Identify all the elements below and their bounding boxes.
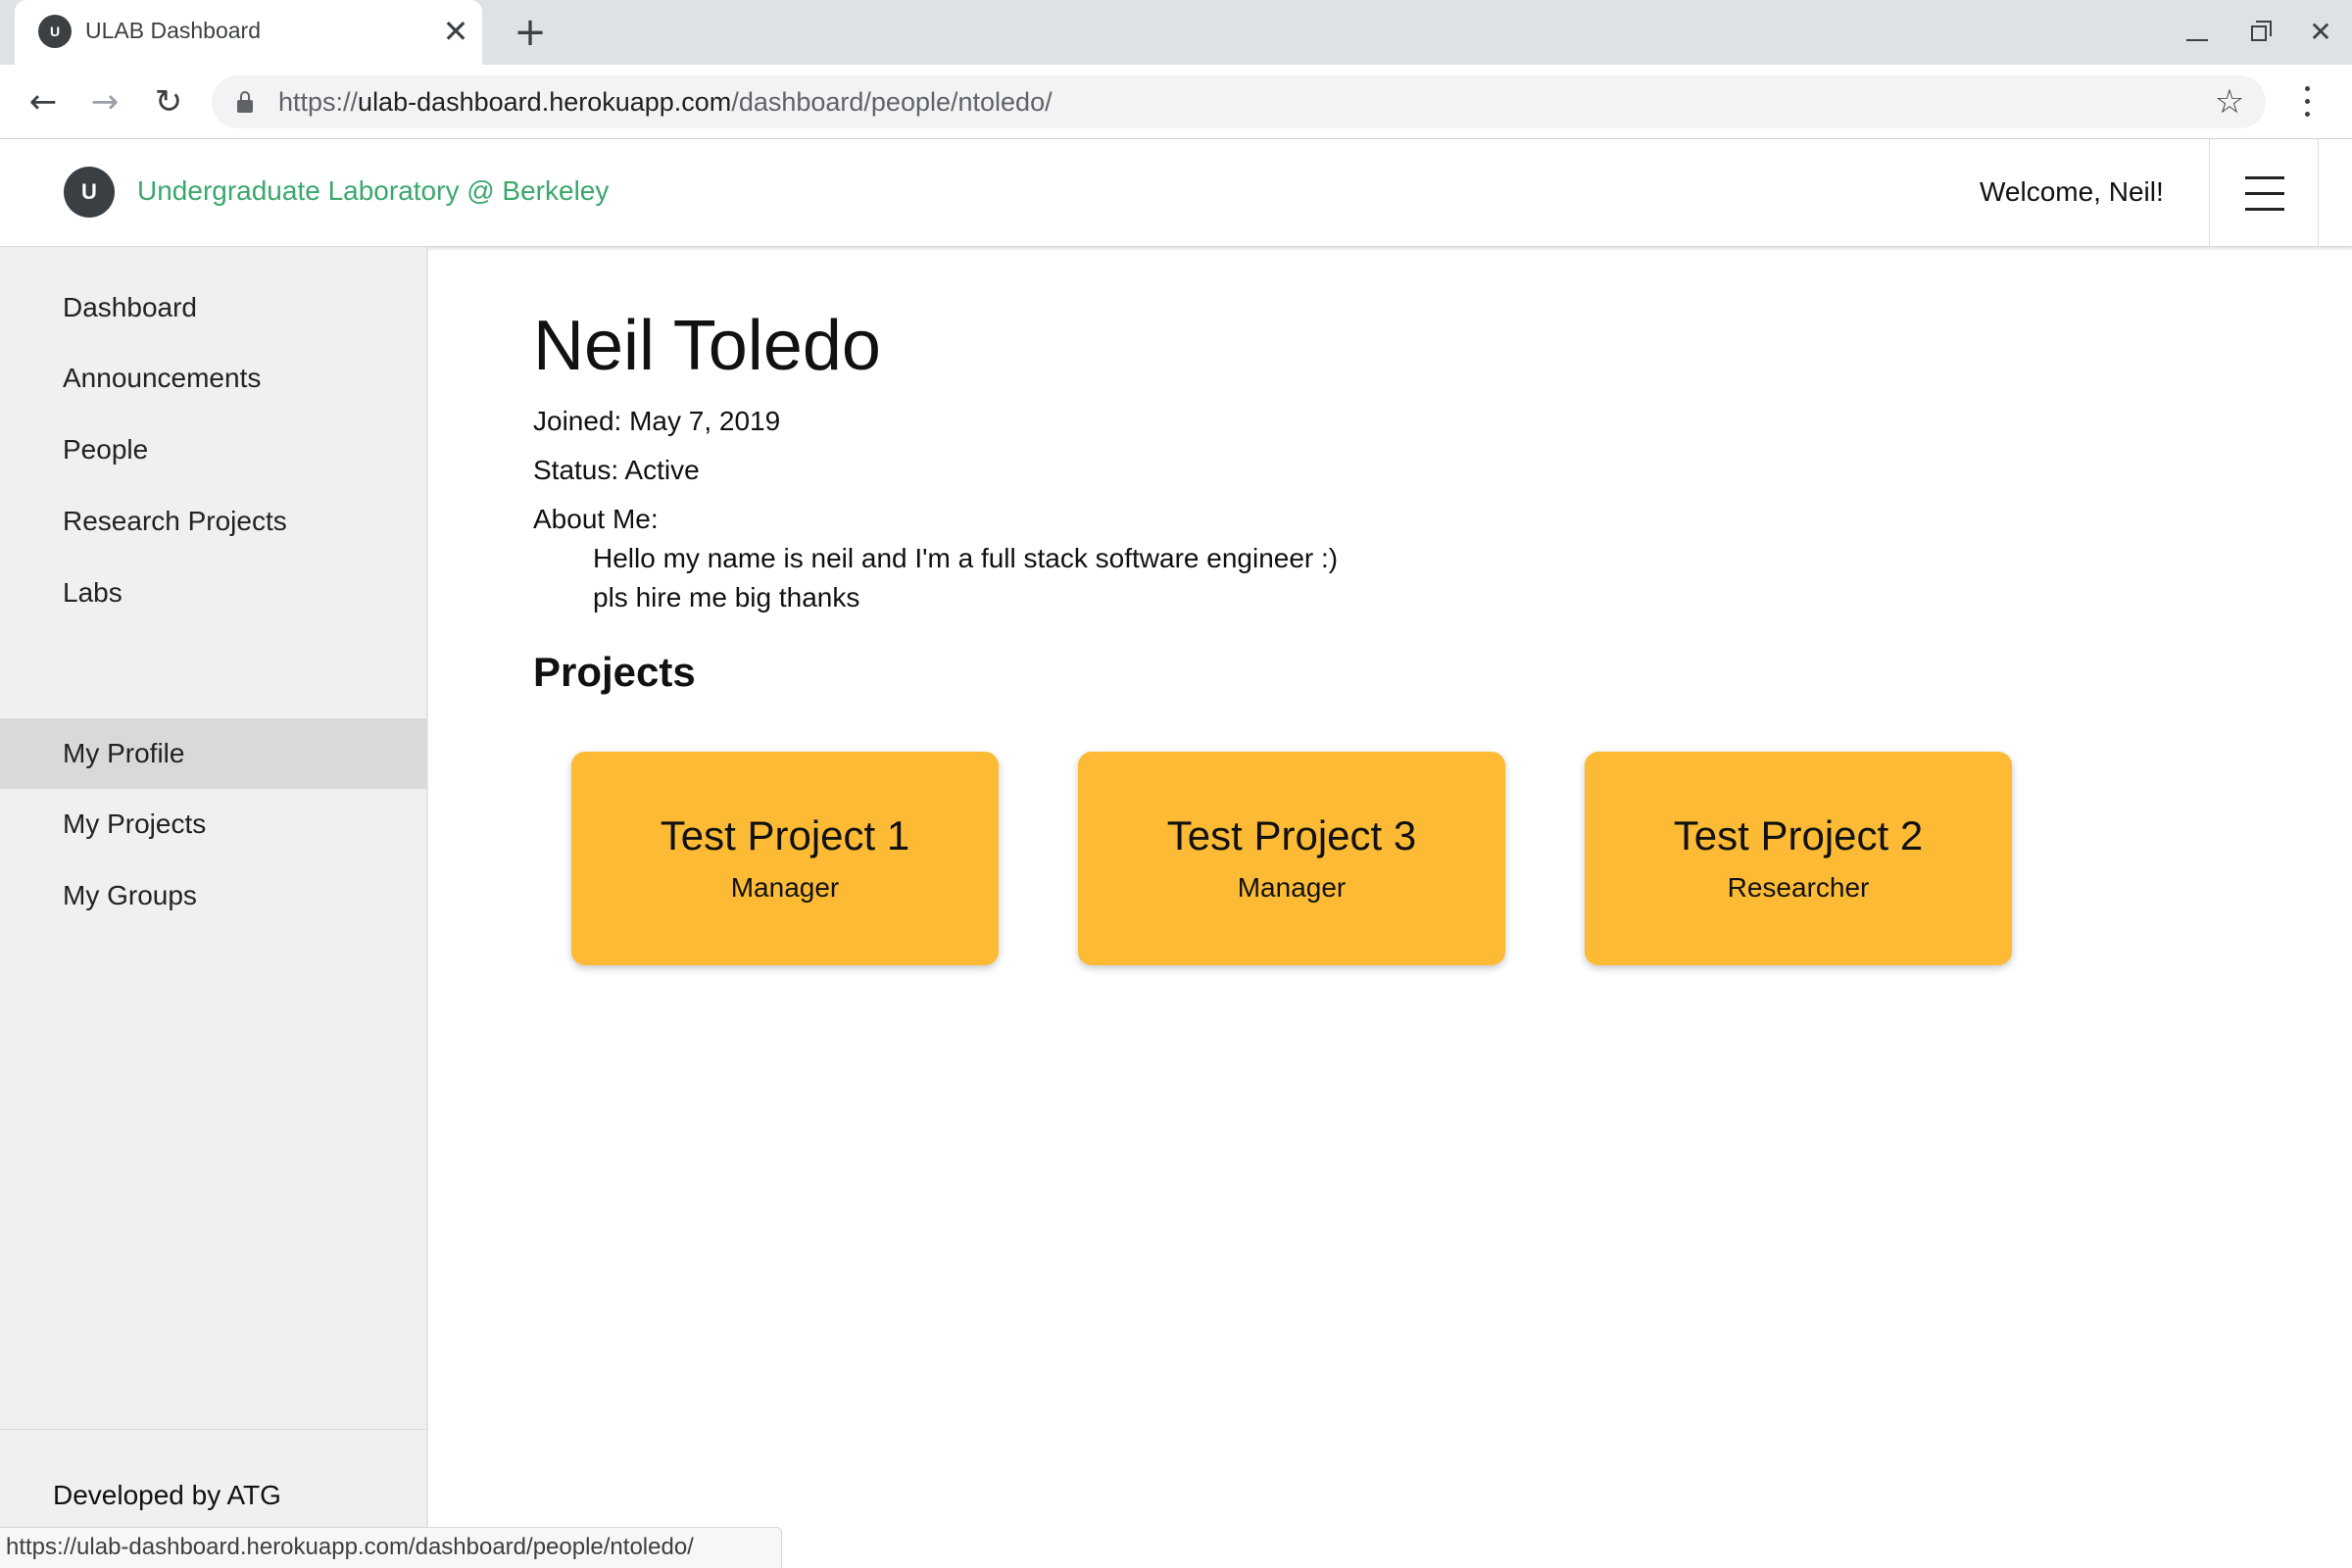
- back-arrow-icon[interactable]: ←: [22, 80, 65, 123]
- tab-close-icon[interactable]: ✕: [438, 14, 473, 49]
- new-tab-icon[interactable]: +: [510, 12, 551, 53]
- project-title: Test Project 3: [1166, 812, 1417, 858]
- reload-icon[interactable]: ↻: [147, 80, 190, 123]
- sidebar-item-my-groups[interactable]: My Groups: [0, 860, 426, 931]
- joined-date: Joined: May 7, 2019: [533, 406, 781, 436]
- sidebar-item-my-profile[interactable]: My Profile: [0, 718, 426, 789]
- tab-title: ULAB Dashboard: [85, 18, 261, 43]
- sidebar: Dashboard Announcements People Research …: [0, 247, 428, 1531]
- sidebar-item-research-projects[interactable]: Research Projects: [0, 486, 426, 557]
- sidebar-footer: Developed by ATG: [53, 1480, 281, 1510]
- page-title: Neil Toledo: [533, 307, 881, 385]
- project-title: Test Project 1: [660, 812, 910, 858]
- site-name-link[interactable]: Undergraduate Laboratory @ Berkeley: [137, 175, 609, 207]
- project-card[interactable]: Test Project 1 Manager: [571, 752, 999, 965]
- browser-menu-icon[interactable]: [2293, 82, 2323, 122]
- sidebar-divider: [0, 1429, 426, 1430]
- link-status-bubble: https://ulab-dashboard.herokuapp.com/das…: [0, 1527, 782, 1568]
- url-host: ulab-dashboard.herokuapp.com: [358, 87, 732, 117]
- project-title: Test Project 2: [1673, 812, 1924, 858]
- bookmark-star-icon[interactable]: ☆: [2211, 83, 2248, 121]
- sidebar-item-my-projects[interactable]: My Projects: [0, 789, 426, 859]
- sidebar-item-announcements[interactable]: Announcements: [0, 343, 426, 414]
- lock-icon[interactable]: [237, 91, 253, 113]
- browser-toolbar: ← → ↻ https://ulab-dashboard.herokuapp.c…: [0, 65, 2352, 139]
- address-bar[interactable]: https://ulab-dashboard.herokuapp.com/das…: [212, 75, 2266, 128]
- restore-icon[interactable]: [2236, 10, 2281, 55]
- project-card[interactable]: Test Project 2 Researcher: [1585, 752, 2012, 965]
- forward-arrow-icon[interactable]: →: [83, 80, 126, 123]
- url-path: /dashboard/people/ntoledo/: [731, 87, 1053, 117]
- sidebar-item-labs[interactable]: Labs: [0, 558, 426, 628]
- sidebar-item-dashboard[interactable]: Dashboard: [0, 272, 426, 343]
- sidebar-item-people[interactable]: People: [0, 415, 426, 485]
- url-text[interactable]: https://ulab-dashboard.herokuapp.com/das…: [278, 87, 1053, 118]
- url-scheme: https://: [278, 87, 359, 117]
- projects-heading: Projects: [533, 649, 696, 695]
- browser-tab[interactable]: U ULAB Dashboard ✕: [15, 0, 482, 65]
- about-label: About Me:: [533, 504, 659, 534]
- project-role: Researcher: [1727, 872, 1870, 903]
- minimize-icon[interactable]: [2174, 10, 2219, 55]
- project-card[interactable]: Test Project 3 Manager: [1078, 752, 1505, 965]
- about-text-line: Hello my name is neil and I'm a full sta…: [593, 543, 1339, 573]
- status-text: Status: Active: [533, 455, 700, 485]
- hamburger-menu-icon[interactable]: [2209, 139, 2319, 247]
- project-role: Manager: [1237, 872, 1347, 903]
- main-content: Neil Toledo Joined: May 7, 2019 Status: …: [428, 247, 2352, 1568]
- welcome-text: Welcome, Neil!: [1980, 176, 2164, 207]
- ulab-logo-icon[interactable]: U: [64, 167, 115, 218]
- about-text-line: pls hire me big thanks: [593, 582, 860, 612]
- browser-tabstrip: U ULAB Dashboard ✕ + ✕: [0, 0, 2352, 65]
- window-close-icon[interactable]: ✕: [2298, 10, 2343, 55]
- project-role: Manager: [730, 872, 840, 903]
- ulab-favicon-icon: U: [38, 15, 72, 48]
- site-header: U Undergraduate Laboratory @ Berkeley We…: [0, 139, 2352, 247]
